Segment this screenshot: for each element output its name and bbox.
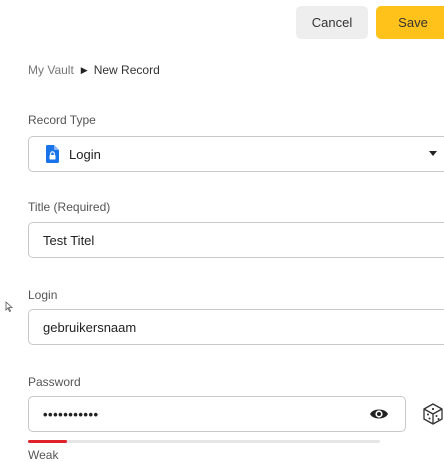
record-type-select[interactable]: Login xyxy=(28,136,444,172)
breadcrumb-root-link[interactable]: My Vault xyxy=(28,63,74,77)
save-button[interactable]: Save xyxy=(376,6,444,39)
cancel-button[interactable]: Cancel xyxy=(296,6,368,39)
password-strength-meter xyxy=(28,440,380,443)
breadcrumb-separator-icon: ▶ xyxy=(80,64,88,75)
password-strength-label: Weak xyxy=(28,448,59,462)
password-value: ••••••••••• xyxy=(43,406,99,422)
login-input[interactable]: gebruikersnaam xyxy=(28,309,444,345)
dice-icon[interactable] xyxy=(421,402,444,431)
eye-icon[interactable] xyxy=(369,406,389,425)
login-label: Login xyxy=(28,288,58,302)
title-value: Test Titel xyxy=(43,232,95,248)
password-label: Password xyxy=(28,375,81,389)
document-lock-icon xyxy=(45,145,59,163)
record-type-label: Record Type xyxy=(28,113,96,127)
title-input[interactable]: Test Titel xyxy=(28,222,444,258)
password-input[interactable]: ••••••••••• xyxy=(28,396,406,432)
password-strength-fill xyxy=(28,440,67,443)
title-label: Title (Required) xyxy=(28,200,111,214)
chevron-down-icon xyxy=(429,151,437,156)
breadcrumb-current: New Record xyxy=(93,63,160,77)
record-type-value: Login xyxy=(69,146,101,162)
login-value: gebruikersnaam xyxy=(43,319,137,335)
breadcrumb: My Vault ▶ New Record xyxy=(28,63,160,77)
mouse-cursor-icon xyxy=(5,300,14,318)
